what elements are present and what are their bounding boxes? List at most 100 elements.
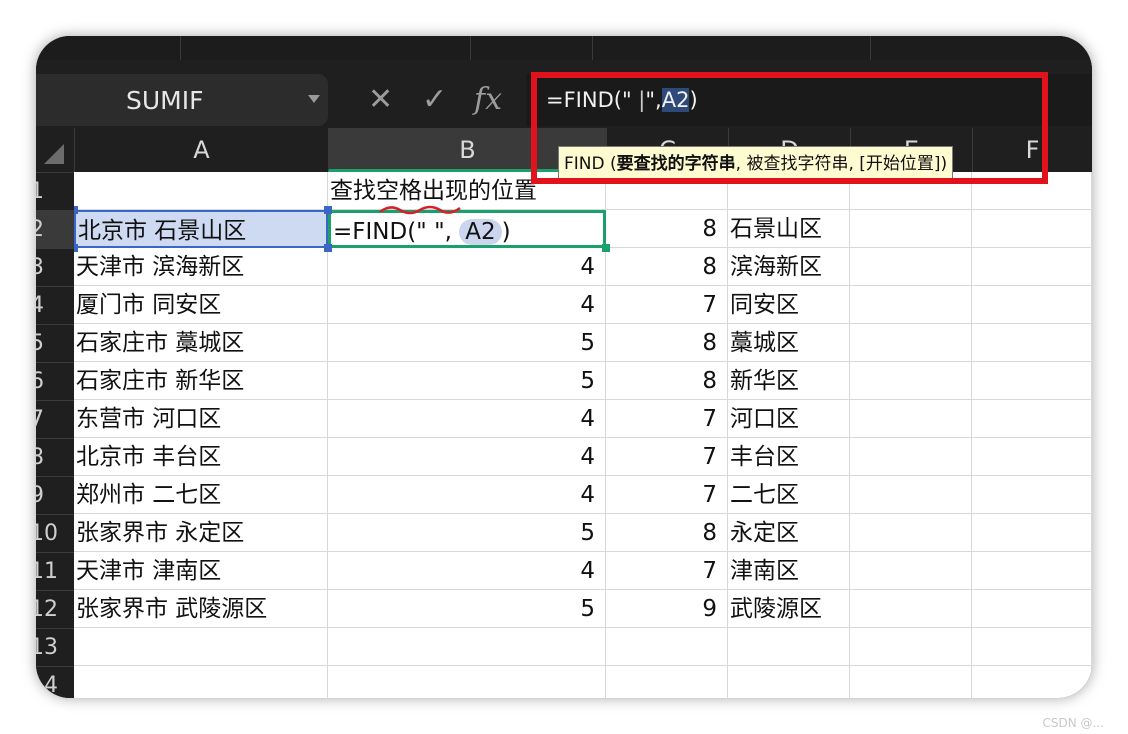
cell-F11[interactable]	[972, 552, 1092, 590]
cell-B4[interactable]: 4	[328, 286, 606, 324]
cell-E11[interactable]	[850, 552, 972, 590]
cell-B11[interactable]: 4	[328, 552, 606, 590]
cell-A8[interactable]: 北京市 丰台区	[74, 438, 328, 476]
cell-A6[interactable]: 石家庄市 新华区	[74, 362, 328, 400]
cell-F8[interactable]	[972, 438, 1092, 476]
range-handle[interactable]	[324, 206, 332, 214]
cell-A3[interactable]: 天津市 滨海新区	[74, 248, 328, 286]
cell-D5[interactable]: 藁城区	[728, 324, 850, 362]
cell-F6[interactable]	[972, 362, 1092, 400]
cell-A5[interactable]: 石家庄市 藁城区	[74, 324, 328, 362]
cell-D9[interactable]: 二七区	[728, 476, 850, 514]
cell-D2[interactable]: 石景山区	[728, 210, 850, 248]
row-header-10[interactable]: 10	[36, 514, 74, 552]
row-header-1[interactable]: 1	[36, 172, 74, 210]
row-header-2[interactable]: 2	[36, 210, 74, 248]
cell-E4[interactable]	[850, 286, 972, 324]
cell-B5[interactable]: 5	[328, 324, 606, 362]
cell-F13[interactable]	[972, 628, 1092, 666]
cell-C6[interactable]: 8	[606, 362, 728, 400]
row-header-13[interactable]: 13	[36, 628, 74, 666]
cell-F14[interactable]	[972, 666, 1092, 698]
cell-A10[interactable]: 张家界市 永定区	[74, 514, 328, 552]
cell-D12[interactable]: 武陵源区	[728, 590, 850, 628]
column-header-F[interactable]: F	[972, 128, 1092, 172]
cell-F10[interactable]	[972, 514, 1092, 552]
cell-C8[interactable]: 7	[606, 438, 728, 476]
cell-A9[interactable]: 郑州市 二七区	[74, 476, 328, 514]
row-header-5[interactable]: 5	[36, 324, 74, 362]
row-header-14[interactable]: 14	[36, 666, 74, 698]
cell-F2[interactable]	[972, 210, 1092, 248]
cell-A11[interactable]: 天津市 津南区	[74, 552, 328, 590]
cell-A2[interactable]: 北京市 石景山区	[74, 210, 328, 248]
cell-D8[interactable]: 丰台区	[728, 438, 850, 476]
row-header-11[interactable]: 11	[36, 552, 74, 590]
row-header-3[interactable]: 3	[36, 248, 74, 286]
cell-E9[interactable]	[850, 476, 972, 514]
cell-D3[interactable]: 滨海新区	[728, 248, 850, 286]
confirm-icon[interactable]: ✓	[422, 82, 447, 118]
insert-function-icon[interactable]: fx	[474, 82, 502, 118]
cell-C12[interactable]: 9	[606, 590, 728, 628]
row-header-8[interactable]: 8	[36, 438, 74, 476]
cell-D6[interactable]: 新华区	[728, 362, 850, 400]
cell-E5[interactable]	[850, 324, 972, 362]
cell-C2[interactable]: 8	[606, 210, 728, 248]
cell-F3[interactable]	[972, 248, 1092, 286]
cell-A12[interactable]: 张家界市 武陵源区	[74, 590, 328, 628]
range-handle[interactable]	[324, 244, 332, 252]
cell-E2[interactable]	[850, 210, 972, 248]
cell-D7[interactable]: 河口区	[728, 400, 850, 438]
cell-E6[interactable]	[850, 362, 972, 400]
cell-A7[interactable]: 东营市 河口区	[74, 400, 328, 438]
row-header-6[interactable]: 6	[36, 362, 74, 400]
cell-B10[interactable]: 5	[328, 514, 606, 552]
cell-F7[interactable]	[972, 400, 1092, 438]
cell-C11[interactable]: 7	[606, 552, 728, 590]
cell-F12[interactable]	[972, 590, 1092, 628]
cell-E14[interactable]	[850, 666, 972, 698]
cell-A13[interactable]	[74, 628, 328, 666]
cell-B7[interactable]: 4	[328, 400, 606, 438]
cell-E3[interactable]	[850, 248, 972, 286]
cell-B8[interactable]: 4	[328, 438, 606, 476]
chevron-down-icon[interactable]	[308, 95, 320, 103]
cell-D4[interactable]: 同安区	[728, 286, 850, 324]
cell-A1[interactable]	[74, 172, 328, 210]
cell-F5[interactable]	[972, 324, 1092, 362]
cell-E7[interactable]	[850, 400, 972, 438]
cell-E10[interactable]	[850, 514, 972, 552]
select-all-corner[interactable]	[36, 128, 74, 172]
cell-C3[interactable]: 8	[606, 248, 728, 286]
row-header-12[interactable]: 12	[36, 590, 74, 628]
cell-C4[interactable]: 7	[606, 286, 728, 324]
cell-C10[interactable]: 8	[606, 514, 728, 552]
cell-A4[interactable]: 厦门市 同安区	[74, 286, 328, 324]
cell-C9[interactable]: 7	[606, 476, 728, 514]
cell-B13[interactable]	[328, 628, 606, 666]
cell-F4[interactable]	[972, 286, 1092, 324]
row-header-7[interactable]: 7	[36, 400, 74, 438]
cell-B14[interactable]	[328, 666, 606, 698]
cell-D10[interactable]: 永定区	[728, 514, 850, 552]
row-header-9[interactable]: 9	[36, 476, 74, 514]
cell-D13[interactable]	[728, 628, 850, 666]
cell-B3[interactable]: 4	[328, 248, 606, 286]
cell-A14[interactable]	[74, 666, 328, 698]
cell-C7[interactable]: 7	[606, 400, 728, 438]
cell-B6[interactable]: 5	[328, 362, 606, 400]
cell-C5[interactable]: 8	[606, 324, 728, 362]
cell-D14[interactable]	[728, 666, 850, 698]
row-header-4[interactable]: 4	[36, 286, 74, 324]
range-handle[interactable]	[74, 244, 78, 252]
name-box[interactable]: SUMIF	[36, 74, 328, 126]
cell-D11[interactable]: 津南区	[728, 552, 850, 590]
cell-E12[interactable]	[850, 590, 972, 628]
cell-B12[interactable]: 5	[328, 590, 606, 628]
cell-F9[interactable]	[972, 476, 1092, 514]
cell-B9[interactable]: 4	[328, 476, 606, 514]
cell-F1[interactable]	[972, 172, 1092, 210]
fill-handle[interactable]	[602, 244, 610, 252]
column-header-A[interactable]: A	[74, 128, 328, 172]
